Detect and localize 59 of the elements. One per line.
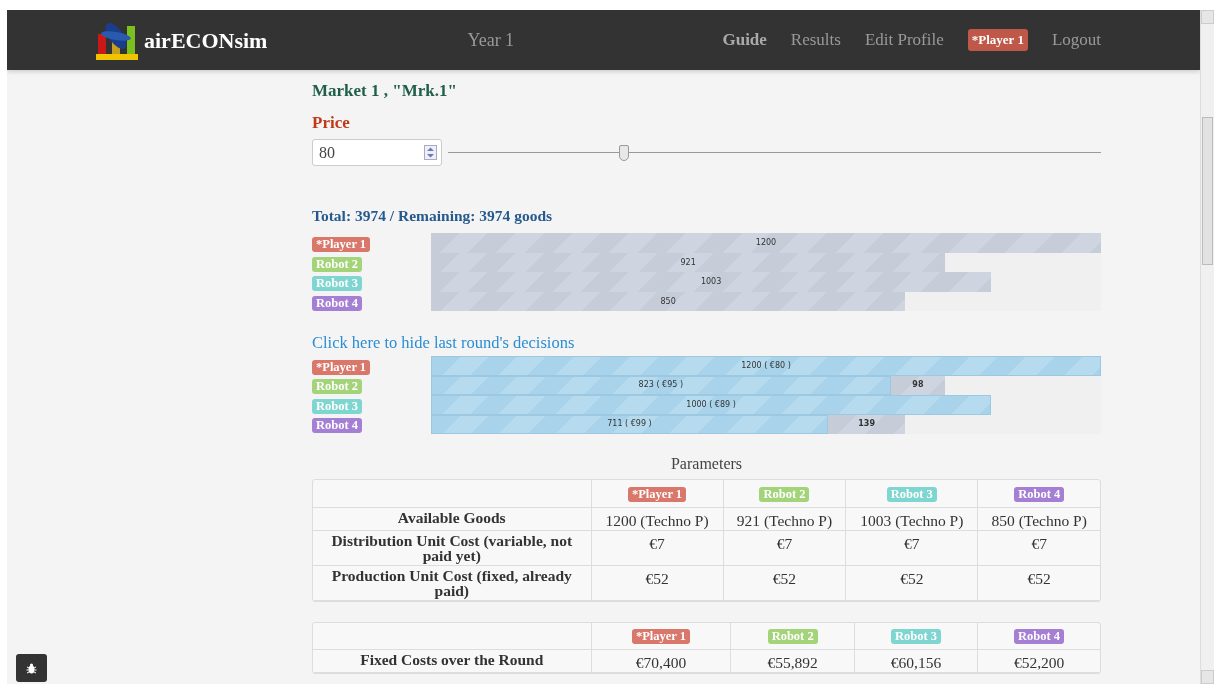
player-tag: *Player 1: [631, 629, 691, 645]
row-label: Production Unit Cost (fixed, already paid): [313, 565, 591, 600]
table-cell: €52: [845, 565, 978, 600]
player-tag: *Player 1: [312, 237, 371, 252]
logo-icon: [96, 20, 138, 60]
player-tag: *Player 1: [627, 486, 687, 502]
year-label: Year 1: [467, 28, 515, 52]
logout-link[interactable]: Logout: [1051, 27, 1101, 53]
goods-total: Total: 3974 / Remaining: 3974 goods: [312, 206, 554, 226]
hide-decisions-link[interactable]: Click here to hide last round's decisions: [312, 331, 575, 356]
player-tag: Robot 2: [312, 379, 363, 395]
nav-link[interactable]: Guide: [722, 27, 767, 53]
table-cell: €70,400: [591, 649, 731, 673]
sold-bar: 823 ( €95 ): [431, 375, 891, 395]
table-caption: Parameters: [669, 454, 744, 474]
player-tag: Robot 3: [891, 629, 942, 645]
market-title: Market 1 , "Mrk.1": [312, 80, 458, 102]
sold-bar: 1200 ( €80 ): [431, 356, 1101, 376]
goods-bar: 850: [431, 291, 906, 312]
nav-link[interactable]: Results: [790, 27, 841, 53]
table-cell: €60,156: [854, 649, 978, 673]
bug-icon: [26, 662, 37, 674]
nav-link[interactable]: Edit Profile: [864, 27, 944, 53]
player-tag: Robot 3: [886, 486, 937, 502]
table-cell: €52: [723, 565, 846, 600]
player-tag: Robot 3: [312, 276, 363, 291]
table-cell: 1003 (Techno P): [845, 507, 978, 530]
goods-bar: 921: [431, 252, 946, 273]
player-badge: *Player 1: [967, 29, 1028, 51]
row-label: Fixed Costs over the Round: [313, 649, 591, 673]
table-cell: €7: [845, 530, 978, 565]
player-tag: Robot 2: [767, 629, 818, 645]
player-tag: Robot 4: [312, 418, 363, 434]
sold-bar: 1000 ( €89 ): [431, 395, 992, 415]
table-cell: €55,892: [731, 649, 855, 673]
player-tag: Robot 2: [312, 256, 363, 272]
price-input[interactable]: 80: [312, 139, 442, 166]
bug-report-button[interactable]: [16, 654, 47, 682]
table-cell: €52: [591, 565, 724, 600]
player-tag: Robot 4: [1014, 629, 1065, 645]
player-tag: Robot 2: [759, 486, 810, 502]
table-cell: 921 (Techno P): [723, 507, 846, 530]
goods-bar: 1003: [431, 272, 992, 292]
row-label: Distribution Unit Cost (variable, not paid yet): [313, 530, 591, 565]
scrollbar[interactable]: [1200, 10, 1214, 684]
slider-handle[interactable]: [619, 144, 630, 161]
table-cell: €7: [723, 530, 846, 565]
price-label: Price: [312, 111, 351, 134]
spinner-icon[interactable]: [424, 145, 437, 160]
sold-bar: 711 ( €99 ): [431, 414, 828, 434]
player-tag: Robot 3: [312, 398, 363, 414]
brand-link[interactable]: airECONsim: [96, 20, 268, 60]
player-tag: *Player 1: [312, 359, 371, 375]
row-label: Available Goods: [313, 507, 591, 530]
player-tag: Robot 4: [1014, 486, 1065, 502]
table-cell: 1200 (Techno P): [591, 507, 724, 530]
player-tag: Robot 4: [312, 295, 363, 311]
goods-bar: 1200: [431, 233, 1101, 253]
table-cell: €7: [591, 530, 724, 565]
